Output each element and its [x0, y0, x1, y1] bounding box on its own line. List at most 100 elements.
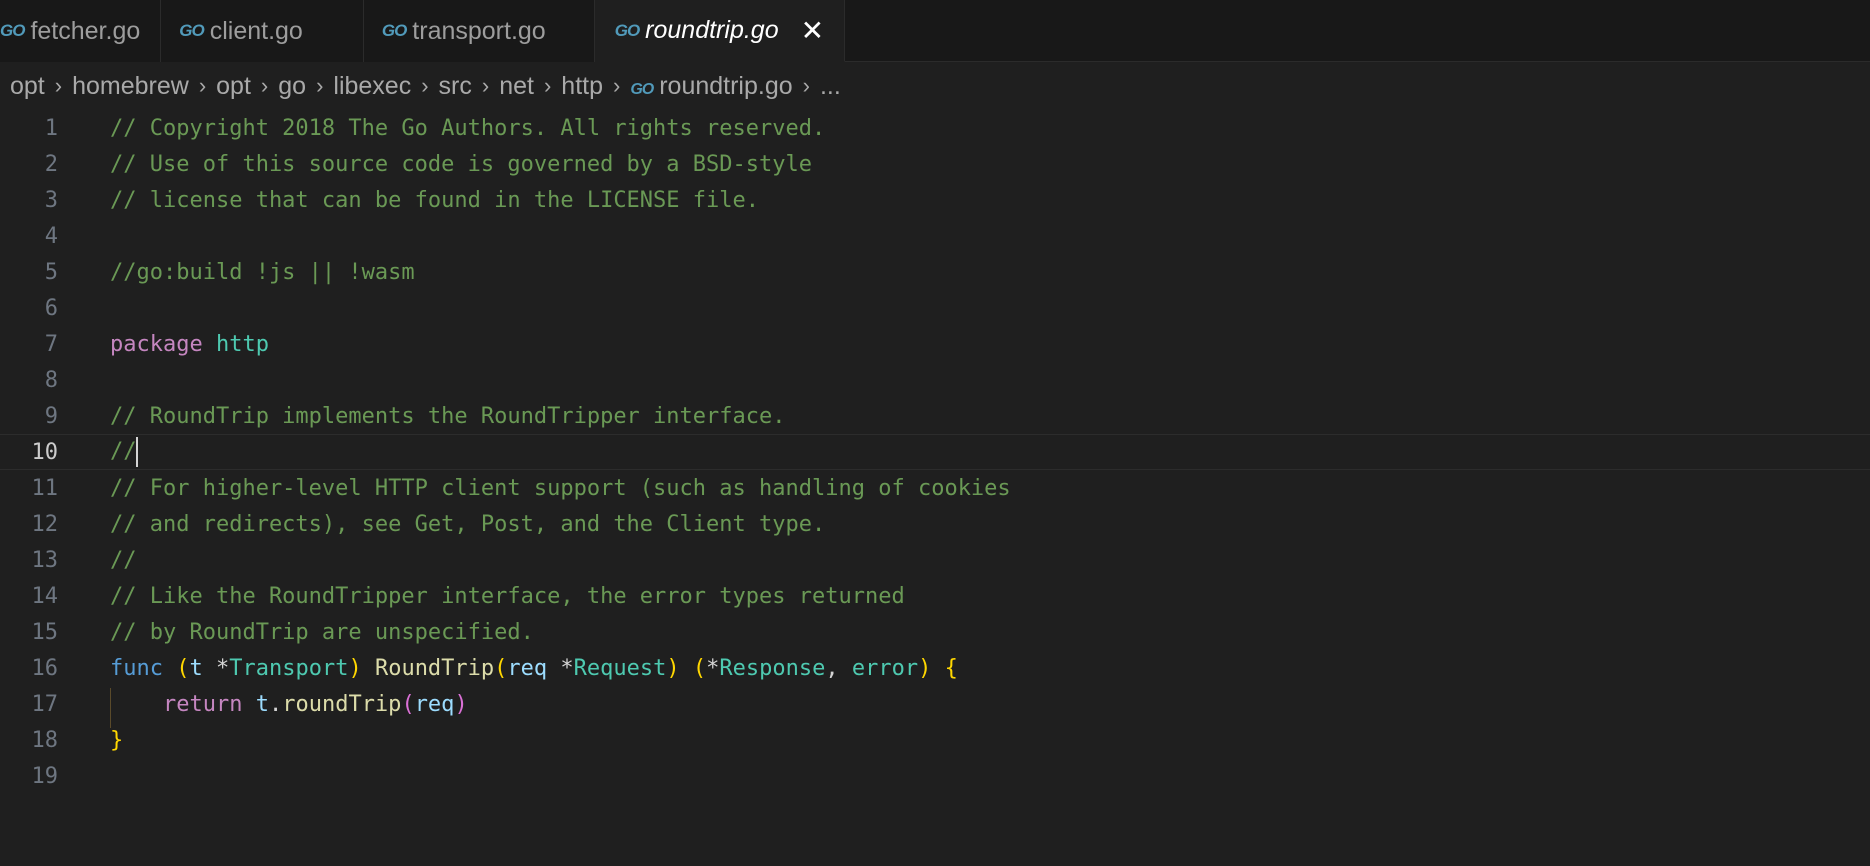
code-line: 9 // RoundTrip implements the RoundTrippe… [0, 398, 1870, 434]
operator-token: * [215, 655, 230, 681]
line-code: //go:build !js || !wasm [110, 259, 415, 285]
line-code: // by RoundTrip are unspecified. [110, 619, 534, 645]
close-icon[interactable]: ✕ [801, 16, 824, 45]
indent-guide [110, 687, 111, 728]
type-token: Transport [229, 655, 349, 681]
breadcrumb-item-file[interactable]: GO roundtrip.go [630, 72, 792, 101]
breadcrumb-item-net[interactable]: net [499, 72, 534, 101]
code-line: 14 // Like the RoundTripper interface, th… [0, 578, 1870, 614]
line-number: 16 [31, 655, 59, 681]
paren-token: ) [666, 655, 680, 681]
line-code: // Use of this source code is governed b… [110, 151, 812, 177]
breadcrumb-file-label: roundtrip.go [659, 71, 793, 100]
type-token: Response [719, 655, 826, 681]
keyword-token: func [110, 655, 163, 681]
line-code: // RoundTrip implements the RoundTripper… [110, 403, 786, 429]
breadcrumb-item-opt[interactable]: opt [10, 72, 45, 101]
chevron-right-icon: › [260, 73, 269, 98]
line-number: 6 [44, 295, 58, 321]
comma-token: , [825, 655, 839, 681]
code-line: 3 // license that can be found in the LIC… [0, 182, 1870, 218]
breadcrumb-item-homebrew[interactable]: homebrew [72, 72, 189, 101]
go-file-icon: GO [179, 21, 204, 40]
line-number: 15 [31, 619, 59, 645]
line-number: 1 [44, 115, 58, 141]
brace-token: { [944, 655, 958, 681]
line-number: 12 [31, 511, 59, 537]
paren-token: ( [401, 691, 415, 717]
line-number: 13 [31, 547, 59, 573]
chevron-right-icon: › [543, 73, 552, 98]
line-code: return t.roundTrip(req) [110, 687, 468, 728]
line-code: // and redirects), see Get, Post, and th… [110, 511, 826, 537]
chevron-right-icon: › [802, 73, 810, 98]
breadcrumb-item-src[interactable]: src [439, 72, 472, 101]
tab-fetcher-go[interactable]: GO fetcher.go [0, 0, 162, 62]
go-file-icon: GO [614, 20, 640, 40]
tab-label: fetcher.go [30, 16, 141, 45]
function-name-token: roundTrip [282, 691, 402, 717]
package-name-token: http [215, 331, 269, 357]
operator-token: * [706, 655, 720, 681]
code-line: 5 //go:build !js || !wasm [0, 254, 1870, 290]
line-number: 7 [44, 331, 58, 357]
variable-token: req [414, 691, 455, 717]
breadcrumb-more[interactable]: ... [820, 72, 841, 101]
code-line: 7 package http [0, 326, 1870, 362]
receiver-token: t [189, 655, 203, 681]
line-text: // [110, 439, 137, 464]
code-line: 16 func (t *Transport) RoundTrip(req *Req… [0, 650, 1870, 686]
code-line-current: 10 // [0, 434, 1870, 470]
breadcrumb-item-libexec[interactable]: libexec [333, 72, 411, 101]
line-code: package http [110, 332, 269, 357]
code-line: 19 [0, 758, 1870, 794]
paren-token: ( [494, 655, 508, 681]
code-line: 1 // Copyright 2018 The Go Authors. All r… [0, 110, 1870, 146]
chevron-right-icon: › [54, 73, 63, 98]
chevron-right-icon: › [316, 73, 324, 98]
line-number: 10 [31, 439, 59, 465]
breadcrumb-item-go[interactable]: go [278, 72, 306, 101]
paren-token: ) [918, 655, 932, 681]
line-number: 19 [31, 763, 59, 789]
line-code: // [110, 437, 138, 467]
tab-transport-go[interactable]: GO transport.go [363, 0, 595, 62]
function-name-token: RoundTrip [374, 655, 495, 681]
chevron-right-icon: › [421, 73, 429, 98]
go-file-icon: GO [630, 80, 654, 98]
breadcrumb-item-opt[interactable]: opt [216, 72, 251, 101]
tab-label: roundtrip.go [645, 16, 779, 44]
tab-bar: GO fetcher.go GO client.go GO transport.… [0, 0, 1870, 62]
variable-token: t [255, 691, 269, 717]
code-editor[interactable]: 1 // Copyright 2018 The Go Authors. All r… [0, 110, 1870, 794]
code-line: 4 [0, 218, 1870, 254]
paren-token: ( [176, 655, 190, 681]
code-line: 11 // For higher-level HTTP client suppor… [0, 470, 1870, 506]
chevron-right-icon: › [198, 73, 207, 98]
keyword-token: package [110, 331, 203, 357]
code-line: 8 [0, 362, 1870, 398]
code-line: 15 // by RoundTrip are unspecified. [0, 614, 1870, 650]
line-code: func (t *Transport) RoundTrip(req *Reque… [110, 656, 958, 681]
tab-roundtrip-go[interactable]: GO roundtrip.go ✕ [594, 0, 846, 62]
line-number: 11 [31, 475, 59, 501]
keyword-token: return [162, 691, 243, 717]
breadcrumb-item-http[interactable]: http [561, 72, 603, 101]
paren-token: ) [454, 691, 468, 717]
tab-label: transport.go [412, 16, 546, 45]
go-file-icon: GO [0, 21, 25, 40]
tab-client-go[interactable]: GO client.go [161, 0, 364, 62]
param-token: req [507, 655, 548, 681]
line-number: 9 [44, 403, 58, 429]
line-code: // Like the RoundTripper interface, the … [110, 583, 905, 609]
line-code: // Copyright 2018 The Go Authors. All ri… [110, 115, 826, 141]
line-number: 3 [44, 187, 58, 213]
breadcrumb: opt › homebrew › opt › go › libexec › sr… [0, 62, 1870, 110]
line-number: 14 [31, 583, 59, 609]
line-code: } [110, 727, 124, 753]
code-line: 6 [0, 290, 1870, 326]
line-number: 2 [44, 151, 58, 177]
paren-token: ) [348, 655, 362, 681]
line-number: 8 [44, 367, 58, 393]
dot-token: . [268, 691, 283, 717]
